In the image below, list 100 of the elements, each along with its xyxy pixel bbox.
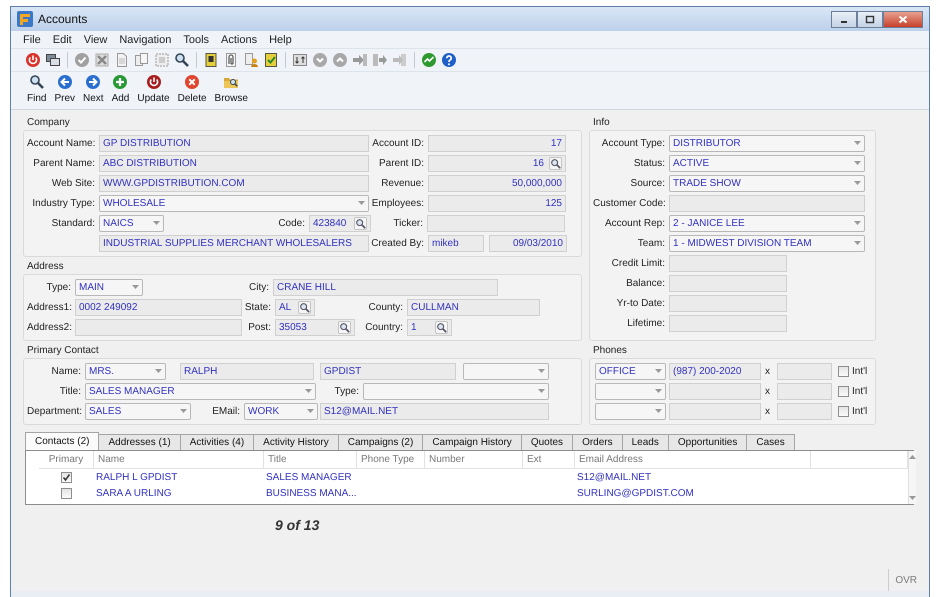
- column-header[interactable]: Ext: [523, 451, 575, 468]
- grid-row[interactable]: RALPH L GPDIST SALES MANAGER S12@MAIL.NET: [39, 469, 908, 485]
- dropdown[interactable]: WORK: [244, 402, 318, 420]
- text-field[interactable]: GP DISTRIBUTION: [99, 134, 369, 152]
- text-field[interactable]: [777, 402, 832, 420]
- menu-item[interactable]: Navigation: [113, 34, 178, 46]
- text-field[interactable]: 50,000,000: [428, 174, 566, 192]
- power-icon[interactable]: [25, 52, 41, 68]
- caret-icon[interactable]: [538, 389, 545, 393]
- caret-icon[interactable]: [180, 409, 187, 413]
- notebook-check-icon[interactable]: [263, 52, 279, 68]
- menu-item[interactable]: File: [17, 34, 47, 46]
- dropdown[interactable]: 2 - JANICE LEE: [669, 214, 865, 232]
- document-icon[interactable]: [114, 52, 130, 68]
- lookup-field[interactable]: 1: [407, 318, 452, 336]
- dropdown[interactable]: 1 - MIDWEST DIVISION TEAM: [669, 234, 865, 252]
- caret-icon[interactable]: [854, 221, 861, 225]
- text-field[interactable]: [669, 274, 787, 292]
- text-field[interactable]: [669, 254, 787, 272]
- checkbox[interactable]: [61, 472, 72, 482]
- dropdown[interactable]: WHOLESALE: [99, 194, 369, 212]
- text-field[interactable]: S12@MAIL.NET: [320, 402, 549, 420]
- power-icon[interactable]: [146, 74, 162, 90]
- text-field[interactable]: 125: [428, 194, 566, 212]
- caret-icon[interactable]: [655, 389, 662, 393]
- caret-icon[interactable]: [358, 201, 365, 205]
- caret-icon[interactable]: [538, 369, 545, 373]
- text-field[interactable]: 17: [428, 134, 566, 152]
- dropdown[interactable]: MAIN: [75, 278, 143, 296]
- tab[interactable]: Activities (4): [180, 434, 254, 450]
- caret-icon[interactable]: [655, 369, 662, 373]
- maximize-icon[interactable]: [865, 14, 875, 24]
- text-field[interactable]: WWW.GPDISTRIBUTION.COM: [99, 174, 369, 192]
- help-icon[interactable]: [441, 52, 457, 68]
- arrow-icon[interactable]: [392, 52, 408, 68]
- caret-icon[interactable]: [132, 285, 139, 289]
- dropdown[interactable]: MRS.: [85, 362, 166, 380]
- chart-circle-icon[interactable]: [421, 52, 437, 68]
- text-field[interactable]: RALPH: [180, 362, 314, 380]
- arrow-out-icon[interactable]: [372, 52, 388, 68]
- prev-button[interactable]: Prev: [50, 74, 80, 104]
- scroll-up-icon[interactable]: [909, 455, 916, 459]
- tab[interactable]: Addresses (1): [98, 434, 181, 450]
- text-field[interactable]: mikeb: [428, 234, 484, 252]
- update-button[interactable]: Update: [133, 74, 174, 104]
- menu-item[interactable]: Help: [263, 34, 298, 46]
- dropdown[interactable]: [595, 402, 666, 420]
- browse-button[interactable]: Browse: [210, 74, 252, 104]
- caret-icon[interactable]: [854, 141, 861, 145]
- checkbox[interactable]: [838, 406, 849, 416]
- scroll-down-icon[interactable]: [909, 496, 916, 500]
- checkbox[interactable]: [838, 386, 849, 396]
- text-field[interactable]: [777, 362, 832, 380]
- dropdown[interactable]: [595, 382, 666, 400]
- menu-item[interactable]: Edit: [46, 34, 78, 46]
- caret-icon[interactable]: [854, 241, 861, 245]
- search-icon[interactable]: [28, 74, 45, 90]
- text-field[interactable]: [75, 318, 242, 336]
- add-button[interactable]: Add: [108, 74, 134, 104]
- text-field[interactable]: [669, 402, 761, 420]
- text-field[interactable]: GPDIST: [320, 362, 456, 380]
- search-icon[interactable]: [174, 52, 190, 68]
- menu-item[interactable]: Tools: [177, 34, 216, 46]
- caret-icon[interactable]: [153, 221, 160, 225]
- text-field[interactable]: [669, 382, 761, 400]
- caret-icon[interactable]: [854, 161, 861, 165]
- column-header[interactable]: Name: [94, 451, 264, 468]
- dropdown[interactable]: TRADE SHOW: [669, 174, 865, 192]
- lookup-field[interactable]: 35053: [275, 318, 355, 336]
- grid-row[interactable]: SARA A URLING BUSINESS MANA... SURLING@GPDIST.COM: [39, 485, 908, 501]
- arrow-in-icon[interactable]: [352, 52, 368, 68]
- close-button[interactable]: [883, 10, 923, 28]
- text-field[interactable]: CULLMAN: [407, 298, 540, 316]
- dropdown[interactable]: NAICS: [99, 214, 164, 232]
- text-field[interactable]: [777, 382, 832, 400]
- cross-icon[interactable]: [94, 52, 110, 68]
- cross-icon[interactable]: [184, 74, 200, 90]
- tab[interactable]: Opportunities: [668, 434, 748, 450]
- text-field[interactable]: (987) 200-2020: [669, 362, 761, 380]
- up-circle-icon[interactable]: [332, 52, 348, 68]
- text-field[interactable]: 09/03/2010: [489, 234, 567, 252]
- text-field[interactable]: [669, 314, 787, 332]
- tab[interactable]: Campaigns (2): [338, 434, 424, 450]
- check-icon[interactable]: [74, 52, 90, 68]
- plus-icon[interactable]: [112, 74, 128, 90]
- checkbox[interactable]: [61, 488, 72, 498]
- dropdown[interactable]: OFFICE: [595, 362, 666, 380]
- text-field[interactable]: [669, 194, 865, 212]
- dropdown[interactable]: SALES MANAGER: [85, 382, 316, 400]
- notebook-icon[interactable]: [203, 52, 219, 68]
- delete-button[interactable]: Delete: [174, 74, 211, 104]
- menu-item[interactable]: View: [78, 34, 114, 46]
- minimize-button[interactable]: [831, 10, 857, 28]
- documents-icon[interactable]: [134, 52, 150, 68]
- tab[interactable]: Activity History: [253, 434, 339, 450]
- maximize-button[interactable]: [857, 10, 883, 28]
- text-field[interactable]: [669, 294, 787, 312]
- dropdown[interactable]: SALES: [85, 402, 191, 420]
- tab[interactable]: Campaign History: [422, 434, 522, 450]
- menu-item[interactable]: Actions: [215, 34, 264, 46]
